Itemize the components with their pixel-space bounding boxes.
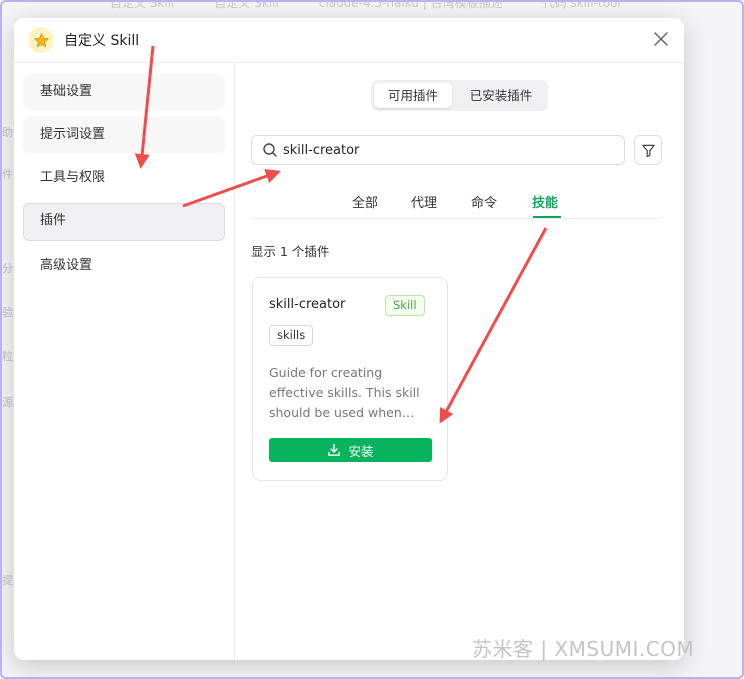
background-char: 粒 [2,350,13,363]
background-char: 验 [2,306,13,319]
background-char: 源 [2,396,13,409]
install-button[interactable]: 安装 [269,438,432,462]
close-icon [654,32,668,46]
search-input[interactable] [283,139,613,161]
sidebar-divider [234,63,235,660]
watermark: 苏米客 | XMSUMI.COM [472,637,695,661]
background-char: 提 [2,574,13,587]
background-char: 分 [2,262,13,275]
background-char: 件 [2,168,13,181]
tab-agents[interactable]: 代理 [411,192,437,211]
plugin-search-box [251,135,625,165]
tab-commands[interactable]: 命令 [471,192,497,211]
star-icon [28,27,54,53]
background-tab: 自定义 Skill [214,0,279,10]
tab-skills[interactable]: 技能 [532,192,558,211]
sidebar-item-tools-permissions[interactable]: 工具与权限 [23,160,225,196]
plugin-type-badge: Skill [385,295,425,316]
sidebar-item-plugins[interactable]: 插件 [23,203,225,241]
tab-available-plugins[interactable]: 可用插件 [374,83,452,108]
background-tab-strip: 自定义 Skill 自定义 Skill claude-4.5-haiku | 台… [110,0,730,10]
background-sidebar: 助 件 分 验 粒 源 提 [0,0,14,679]
tab-all[interactable]: 全部 [352,192,378,211]
header-divider [14,62,684,63]
background-char: 助 [2,126,13,139]
background-tab: 代码 skill-tool [542,0,621,10]
sidebar-item-basic-settings[interactable]: 基础设置 [23,74,225,110]
custom-skill-dialog: 自定义 Skill 基础设置 提示词设置 工具与权限 插件 高级设置 可用插件 … [14,18,684,660]
sidebar-item-advanced-settings[interactable]: 高级设置 [23,248,225,284]
plugin-tag: skills [269,325,314,346]
tab-installed-plugins[interactable]: 已安装插件 [457,83,545,108]
filter-icon [641,144,655,157]
close-button[interactable] [650,28,672,50]
filter-button[interactable] [634,135,662,165]
download-icon [328,443,341,456]
plugin-source-toggle: 可用插件 已安装插件 [371,80,548,111]
install-label: 安装 [348,443,374,459]
plugin-card: skill-creator Skill skills Guide for cre… [252,277,448,481]
plugin-name: skill-creator [269,297,346,312]
plugin-description: Guide for creating effective skills. Thi… [269,365,420,420]
dialog-header: 自定义 Skill [14,18,684,62]
sidebar-item-prompt-settings[interactable]: 提示词设置 [23,117,225,153]
dialog-title: 自定义 Skill [64,33,140,49]
settings-sidebar: 基础设置 提示词设置 工具与权限 插件 高级设置 [23,74,225,291]
category-tabs: 全部 代理 命令 技能 [251,188,660,219]
background-tab: 自定义 Skill [110,0,175,10]
active-tab-indicator [533,216,561,218]
results-count: 显示 1 个插件 [251,244,330,259]
search-icon [263,143,277,157]
background-tab: claude-4.5-haiku | 台湾模板描述 [318,0,503,10]
